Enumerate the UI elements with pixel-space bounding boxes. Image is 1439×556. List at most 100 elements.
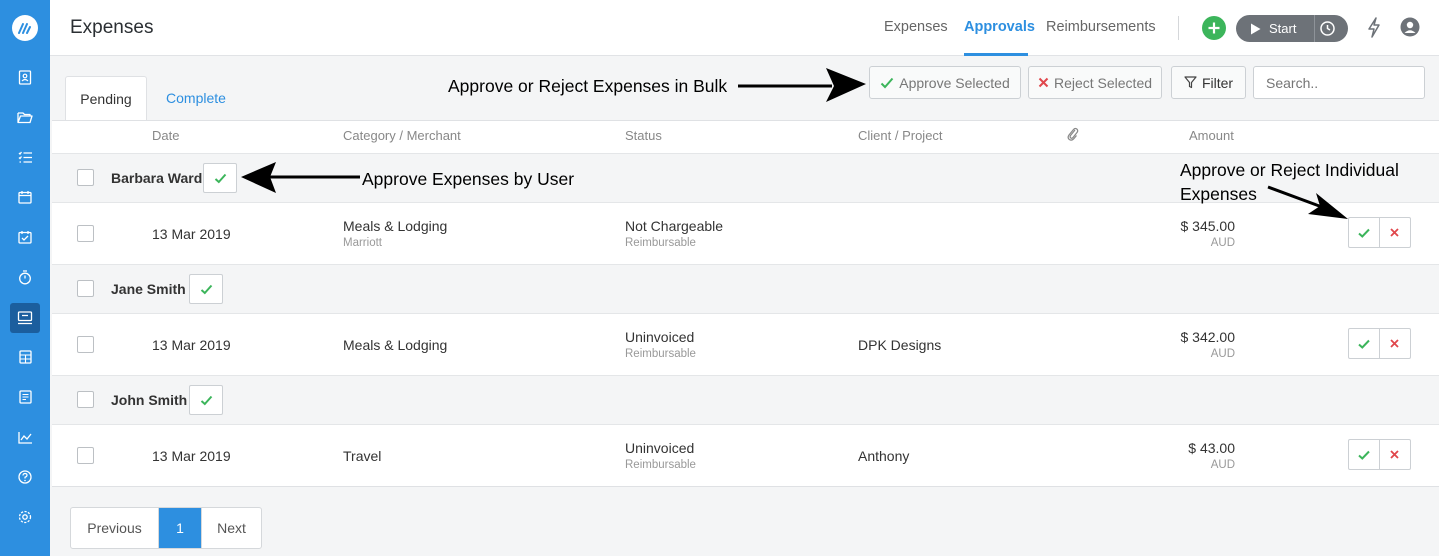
expense-category: Meals & Lodging [343,218,448,234]
column-header-client[interactable]: Client / Project [858,128,943,143]
expense-category: Travel [343,448,382,464]
reports-chart-icon[interactable] [0,422,50,452]
expense-status-sub: Reimbursable [625,348,696,360]
group-select-checkbox[interactable] [77,169,94,186]
reject-selected-label: Reject Selected [1053,74,1153,91]
tasks-list-icon[interactable] [0,142,50,172]
group-select-checkbox[interactable] [77,280,94,297]
row-select-checkbox[interactable] [77,447,94,464]
reject-expense-button[interactable] [1380,440,1410,469]
check-icon [200,284,212,294]
contacts-icon[interactable] [0,62,50,92]
expense-category: Meals & Lodging [343,337,448,353]
attachment-icon [1066,126,1079,145]
calculator-icon[interactable] [0,342,50,372]
check-icon [1358,228,1370,238]
current-page-button[interactable]: 1 [159,508,201,548]
user-group-row: John Smith [52,375,1439,425]
expense-merchant: Marriott [343,237,382,249]
calendar-icon[interactable] [0,182,50,212]
add-button[interactable] [1202,16,1226,40]
next-page-button[interactable]: Next [201,508,261,548]
approve-selected-button[interactable]: Approve Selected [869,66,1021,99]
approve-user-button[interactable] [189,385,223,415]
expense-status-sub: Reimbursable [625,237,696,249]
clock-icon[interactable] [1318,19,1337,43]
timer-control: Start [1236,15,1348,42]
expenses-icon[interactable] [0,303,50,333]
expense-currency: AUD [1210,459,1235,471]
x-icon [1390,228,1399,237]
column-header-date[interactable]: Date [152,128,179,143]
plus-icon [1208,22,1220,34]
expense-currency: AUD [1210,348,1235,360]
expense-date: 13 Mar 2019 [152,337,231,353]
invoice-icon[interactable] [0,382,50,412]
check-icon [881,77,894,88]
approve-user-button[interactable] [189,274,223,304]
row-action-group [1348,328,1411,359]
group-user-name: Jane Smith [111,281,186,297]
x-icon [1390,450,1399,459]
folder-icon[interactable] [0,102,50,132]
approve-expense-button[interactable] [1349,329,1380,358]
expense-row[interactable]: 13 Mar 2019 Meals & Lodging Marriott Not… [52,203,1439,264]
column-header-status[interactable]: Status [625,128,662,143]
tab-complete[interactable]: Complete [154,76,238,120]
nav-expenses[interactable]: Expenses [884,19,948,35]
user-group-row: Jane Smith [52,264,1439,314]
user-account-icon[interactable] [1400,17,1420,42]
filter-icon [1184,76,1197,89]
expense-status: Uninvoiced [625,329,695,345]
column-header-amount[interactable]: Amount [1189,128,1234,143]
expense-row[interactable]: 13 Mar 2019 Travel Uninvoiced Reimbursab… [52,425,1439,486]
row-action-group [1348,439,1411,470]
approve-expense-button[interactable] [1349,218,1380,247]
settings-gear-icon[interactable] [0,502,50,532]
top-header: Expenses Expenses Approvals Reimbursemen… [50,0,1439,56]
x-icon [1038,77,1049,88]
approve-selected-label: Approve Selected [899,74,1010,91]
approve-expense-button[interactable] [1349,440,1380,469]
column-header-category[interactable]: Category / Merchant [343,128,461,143]
tab-pending[interactable]: Pending [65,76,147,120]
annotation-individual-line1: Approve or Reject Individual [1180,160,1399,180]
expense-row[interactable]: 13 Mar 2019 Meals & Lodging Uninvoiced R… [52,314,1439,375]
filter-button[interactable]: Filter [1171,66,1246,99]
previous-page-button[interactable]: Previous [71,508,159,548]
annotation-bulk: Approve or Reject Expenses in Bulk [448,76,728,96]
check-icon [1358,339,1370,349]
nav-approvals[interactable]: Approvals [964,19,1035,35]
start-label: Start [1269,21,1297,36]
expense-amount: $ 345.00 [1180,218,1236,234]
calendar-check-icon[interactable] [0,222,50,252]
expense-currency: AUD [1210,237,1235,249]
help-icon[interactable] [0,462,50,492]
timer-divider [1314,15,1315,42]
row-select-checkbox[interactable] [77,225,94,242]
bolt-icon[interactable] [1366,17,1382,43]
annotation-individual-line2: Expenses [1180,184,1257,204]
expense-amount: $ 342.00 [1180,329,1236,345]
search-input[interactable] [1253,66,1425,99]
approve-user-button[interactable] [203,163,237,193]
page-title: Expenses [70,17,154,38]
reject-selected-button[interactable]: Reject Selected [1028,66,1162,99]
group-user-name: Barbara Ward [111,170,203,186]
stopwatch-icon[interactable] [0,262,50,292]
nav-reimbursements[interactable]: Reimbursements [1046,19,1156,35]
expense-amount: $ 43.00 [1188,440,1235,456]
play-icon [1251,23,1261,34]
app-logo[interactable] [12,15,38,41]
expense-status: Uninvoiced [625,440,695,456]
start-timer-button[interactable]: Start [1236,15,1314,42]
group-select-checkbox[interactable] [77,391,94,408]
sidebar [0,0,50,556]
reject-expense-button[interactable] [1380,329,1410,358]
reject-expense-button[interactable] [1380,218,1410,247]
check-icon [214,173,226,183]
expense-status: Not Chargeable [625,218,724,234]
group-user-name: John Smith [111,392,188,408]
pagination: Previous 1 Next [70,507,262,549]
row-select-checkbox[interactable] [77,336,94,353]
